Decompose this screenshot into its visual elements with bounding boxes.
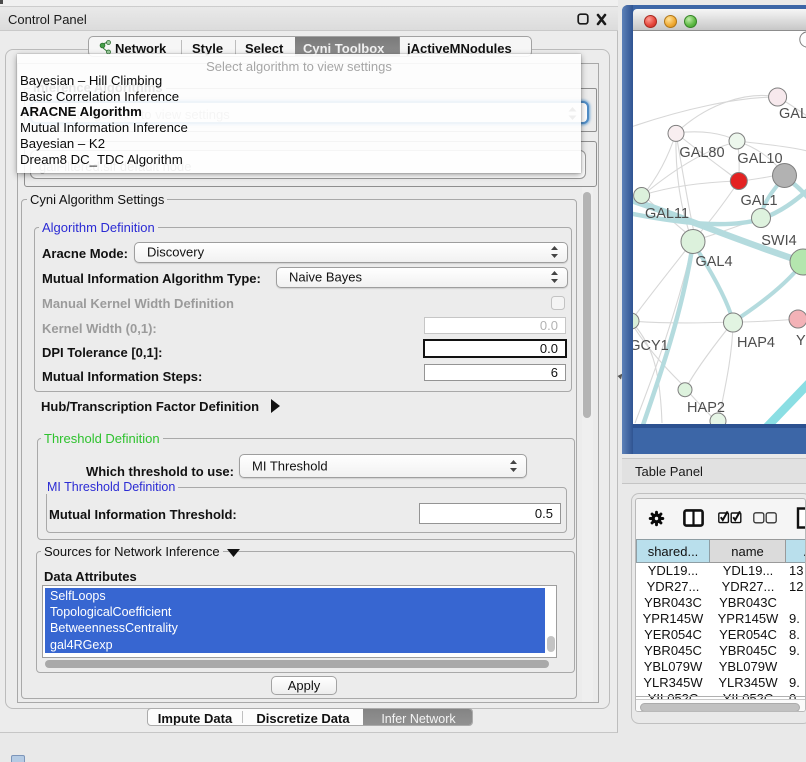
svg-text:GAL10: GAL10 <box>737 151 782 167</box>
svg-text:HAP4: HAP4 <box>737 335 775 351</box>
svg-text:HAP2: HAP2 <box>687 400 725 416</box>
svg-text:SWI4: SWI4 <box>761 233 796 249</box>
svg-text:GAL80: GAL80 <box>679 145 724 161</box>
svg-text:Y: Y <box>796 333 806 349</box>
svg-text:GAL1: GAL1 <box>740 193 777 209</box>
svg-text:GAL4: GAL4 <box>695 254 732 270</box>
svg-text:GAL7: GAL7 <box>779 106 806 122</box>
svg-text:GAL11: GAL11 <box>645 206 689 222</box>
svg-text:GCY1: GCY1 <box>633 338 669 354</box>
